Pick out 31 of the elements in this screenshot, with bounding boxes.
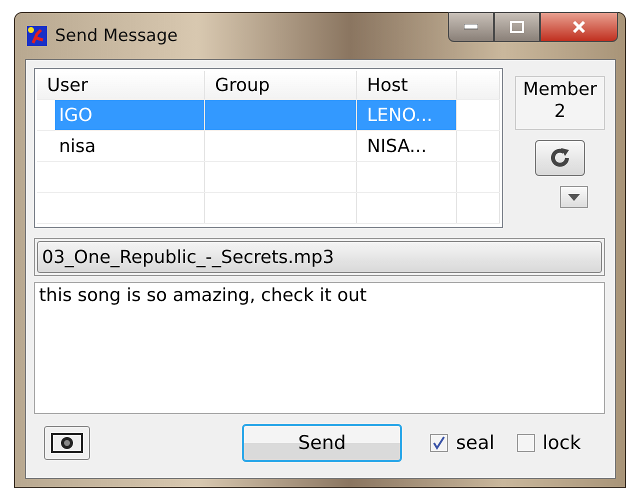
table-cell: IGO <box>59 104 92 126</box>
message-field[interactable]: this song is so amazing, check it out <box>34 282 605 414</box>
member-count: 2 <box>554 100 566 122</box>
send-button[interactable]: Send <box>242 424 402 462</box>
column-header[interactable]: User <box>37 71 205 99</box>
refresh-button[interactable] <box>535 140 585 176</box>
app-icon <box>27 26 47 46</box>
maximize-button[interactable] <box>494 12 540 42</box>
table-cell: nisa <box>59 136 96 156</box>
close-button[interactable] <box>540 12 618 42</box>
member-label: Member <box>522 79 598 101</box>
dropdown-button[interactable] <box>560 186 588 208</box>
checkbox-label: lock <box>542 432 581 454</box>
column-header[interactable]: Host <box>357 71 457 99</box>
window-title: Send Message <box>55 26 178 46</box>
checkbox[interactable] <box>516 434 535 452</box>
maximize-icon <box>510 21 524 33</box>
checkbox-label: seal <box>456 432 495 454</box>
table-cell: NISA... <box>367 136 427 156</box>
checkbox[interactable] <box>430 434 448 452</box>
minimize-button[interactable] <box>448 12 494 42</box>
camera-button[interactable] <box>44 426 90 460</box>
caret-icon <box>568 194 580 200</box>
minimize-icon <box>464 24 478 30</box>
refresh-icon <box>548 146 572 170</box>
table-row[interactable]: nisa NISA... <box>37 131 500 162</box>
close-icon <box>572 21 586 33</box>
table-cell: LENO... <box>367 104 432 126</box>
file-field[interactable]: 03_One_Republic_-_Secrets.mp3 <box>37 241 602 273</box>
column-header[interactable]: Group <box>205 71 357 99</box>
camera-icon <box>51 433 83 453</box>
